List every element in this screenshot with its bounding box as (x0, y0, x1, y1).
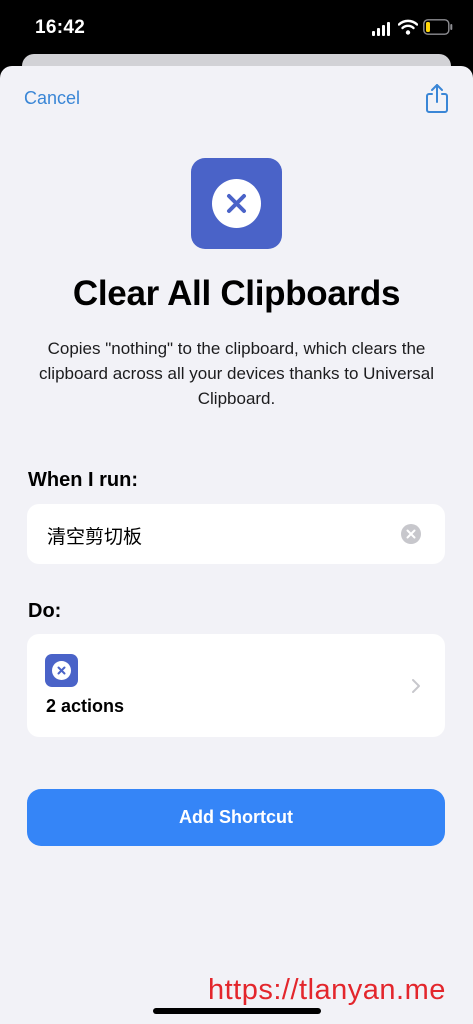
when-i-run-label: When I run: (28, 469, 138, 491)
watermark-text: https://tlanyan.me (208, 974, 446, 1006)
actions-card[interactable]: 2 actions (27, 634, 445, 737)
chevron-right-icon (412, 679, 420, 693)
wifi-icon (398, 19, 418, 35)
add-shortcut-button[interactable]: Add Shortcut (27, 789, 445, 846)
cancel-button[interactable]: Cancel (24, 88, 80, 109)
phrase-input[interactable] (45, 504, 389, 566)
shortcut-description: Copies "nothing" to the clipboard, which… (39, 339, 434, 408)
phrase-field[interactable] (27, 504, 445, 566)
shortcut-app-icon (191, 158, 282, 249)
action-app-icon (45, 654, 78, 687)
status-bar: 16:42 (0, 0, 473, 56)
x-circle-icon (57, 666, 66, 675)
shortcut-title: Clear All Clipboards (72, 274, 401, 313)
status-time: 16:42 (35, 17, 86, 38)
x-circle-icon (227, 194, 246, 213)
do-label: Do: (28, 600, 62, 622)
clear-circle-icon[interactable] (401, 524, 421, 544)
add-shortcut-sheet: Cancel Clear All Clipboards Copies "noth… (0, 66, 473, 1024)
cellular-signal-icon (372, 22, 390, 36)
battery-low-icon (423, 19, 453, 35)
actions-count: 2 actions (46, 696, 125, 716)
share-icon[interactable] (423, 82, 451, 114)
home-indicator[interactable] (153, 1008, 321, 1014)
